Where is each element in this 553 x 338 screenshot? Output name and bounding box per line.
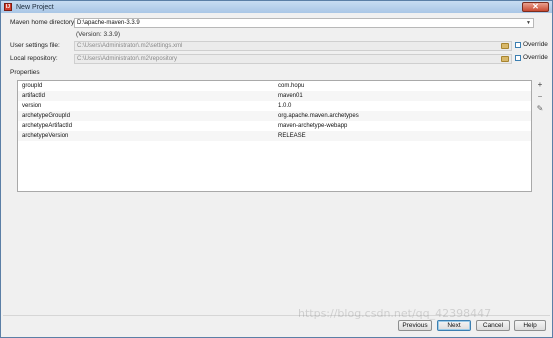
property-value[interactable]: com.hopu	[278, 81, 531, 91]
cancel-button[interactable]: Cancel	[476, 320, 510, 331]
override-settings-checkbox[interactable]	[515, 42, 521, 48]
window-title: New Project	[16, 3, 54, 11]
table-row[interactable]: version 1.0.0	[18, 101, 531, 111]
chevron-down-icon[interactable]: ▼	[525, 19, 532, 27]
override-settings-label: Override	[523, 41, 548, 48]
property-key: version	[22, 103, 42, 109]
user-settings-field: C:\Users\Administrator\.m2\settings.xml	[74, 41, 512, 51]
override-repo-checkbox[interactable]	[515, 55, 521, 61]
intellij-app-icon: IJ	[4, 3, 12, 11]
browse-folder-icon[interactable]	[501, 56, 509, 62]
property-value[interactable]: maven01	[278, 91, 531, 101]
title-bar: IJ New Project ✕	[1, 1, 552, 13]
table-row[interactable]: artifactId maven01	[18, 91, 531, 101]
previous-button[interactable]: Previous	[398, 320, 432, 331]
property-value[interactable]: org.apache.maven.archetypes	[278, 111, 531, 121]
maven-home-label: Maven home directory:	[10, 19, 77, 26]
local-repo-label: Local repository:	[10, 55, 58, 62]
dialog-content: Maven home directory: D:\apache-maven-3.…	[3, 13, 550, 335]
property-key: groupId	[22, 83, 43, 89]
local-repo-field: C:\Users\Administrator\.m2\repository	[74, 54, 512, 64]
override-repo-label: Override	[523, 54, 548, 61]
property-key: artifactId	[22, 93, 46, 99]
close-button[interactable]: ✕	[522, 2, 549, 12]
browse-folder-icon[interactable]	[501, 43, 509, 49]
maven-home-value: D:\apache-maven-3.3.9	[77, 20, 140, 26]
user-settings-label: User settings file:	[10, 42, 60, 49]
next-button[interactable]: Next	[437, 320, 471, 331]
property-key: archetypeArtifactId	[22, 123, 73, 129]
property-key: archetypeGroupId	[22, 113, 71, 119]
table-row[interactable]: archetypeVersion RELEASE	[18, 131, 531, 141]
property-value[interactable]: RELEASE	[278, 131, 531, 141]
edit-icon[interactable]: ✎	[535, 104, 545, 114]
local-repo-value: C:\Users\Administrator\.m2\repository	[77, 56, 178, 62]
new-project-dialog: IJ New Project ✕ Maven home directory: D…	[0, 0, 553, 338]
property-key: archetypeVersion	[22, 133, 69, 139]
remove-icon[interactable]: −	[535, 92, 545, 102]
watermark: https://blog.csdn.net/qq_42398447	[298, 307, 492, 320]
property-value[interactable]: maven-archetype-webapp	[278, 121, 531, 131]
properties-label: Properties	[10, 69, 40, 76]
add-icon[interactable]: +	[535, 80, 545, 90]
maven-home-dropdown[interactable]: D:\apache-maven-3.3.9 ▼	[74, 18, 534, 28]
table-row[interactable]: groupId com.hopu	[18, 81, 531, 91]
properties-table[interactable]: groupId com.hopu artifactId maven01 vers…	[17, 80, 532, 192]
help-button[interactable]: Help	[514, 320, 546, 331]
table-row[interactable]: archetypeGroupId org.apache.maven.archet…	[18, 111, 531, 121]
table-row[interactable]: archetypeArtifactId maven-archetype-weba…	[18, 121, 531, 131]
maven-version-hint: (Version: 3.3.9)	[76, 31, 121, 38]
property-value[interactable]: 1.0.0	[278, 101, 531, 111]
user-settings-value: C:\Users\Administrator\.m2\settings.xml	[77, 43, 183, 49]
